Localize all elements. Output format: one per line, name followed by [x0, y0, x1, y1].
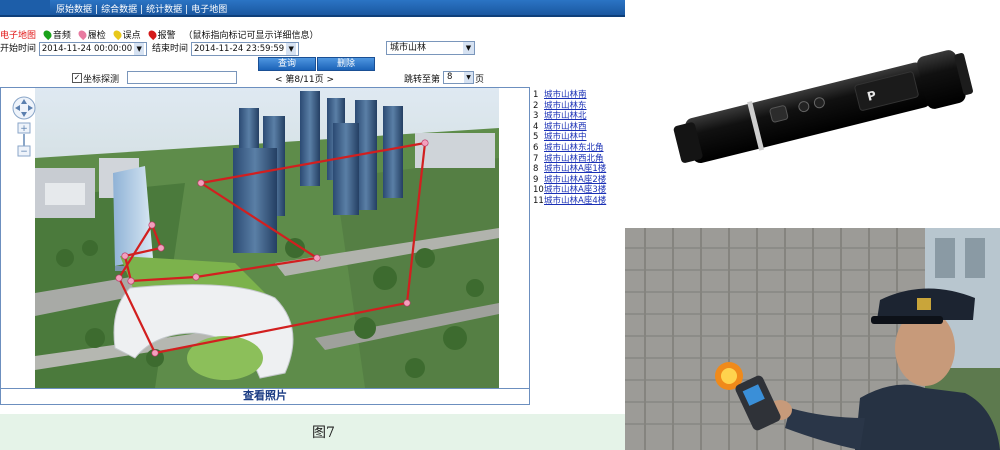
checkpoint-link[interactable]: 城市山林东	[544, 101, 587, 111]
legend-map-title: 电子地图	[0, 31, 37, 41]
legend-missed: 误点	[111, 28, 141, 41]
end-time-field[interactable]: 2014-11-24 23:59:59 ▼	[190, 41, 300, 56]
checkpoint-link[interactable]: 城市山林A座2楼	[544, 175, 606, 185]
checkpoint-item[interactable]: 7 城市山林西北角	[533, 154, 625, 165]
legend-alarm: 报警	[146, 28, 176, 41]
next-page-link[interactable]: >	[327, 75, 335, 85]
checkpoint-number: 11	[533, 195, 544, 206]
legend-label: 音频	[52, 31, 71, 41]
nav-separator: |	[95, 5, 99, 15]
legend-label: 误点	[122, 31, 141, 41]
tab-statistics[interactable]: 统计数据	[146, 5, 182, 15]
checkpoint-link[interactable]: 城市山林A座1楼	[544, 164, 606, 174]
svg-text:−: −	[20, 147, 28, 157]
guard-photo	[625, 228, 1000, 450]
delete-button[interactable]: 删除	[317, 57, 375, 71]
checkpoint-link[interactable]: 城市山林西	[544, 122, 587, 132]
yellow-marker-icon	[111, 28, 123, 41]
legend-inspection: 履检	[76, 28, 106, 41]
nav-separator: |	[140, 5, 144, 15]
green-marker-icon	[41, 28, 54, 41]
patrol-stick-image: P	[673, 50, 973, 164]
aerial-map-image[interactable]	[35, 88, 499, 388]
coord-probe-checkbox[interactable]: ✓	[72, 73, 82, 83]
checkpoint-number: 4	[533, 121, 539, 132]
legend-audio: 音频	[41, 28, 71, 41]
start-time-field[interactable]: 2014-11-24 00:00:00 ▼	[38, 41, 148, 56]
chevron-down-icon[interactable]: ▼	[286, 42, 297, 55]
checkpoint-item[interactable]: 11城市山林A座4楼	[533, 196, 625, 207]
chevron-down-icon[interactable]: ▼	[134, 42, 145, 55]
checkpoint-number: 3	[533, 111, 539, 122]
checkpoint-number: 8	[533, 164, 539, 175]
figure-caption-bar: 图7	[0, 414, 625, 450]
jump-page-value: 8	[447, 72, 453, 82]
prev-page-link[interactable]: <	[275, 75, 283, 85]
svg-text:+: +	[20, 124, 28, 134]
area-select-value: 城市山林	[390, 43, 427, 53]
checkpoint-item[interactable]: 3 城市山林北	[533, 111, 625, 122]
checkpoint-item[interactable]: 1 城市山林南	[533, 90, 625, 101]
top-nav-bar: 原始数据 | 综合数据 | 统计数据 | 电子地图	[0, 0, 625, 17]
checkpoint-link[interactable]: 城市山林A座4楼	[544, 196, 606, 206]
checkpoint-link[interactable]: 城市山林中	[544, 132, 587, 142]
nav-lead-block	[0, 0, 50, 15]
checkpoint-link[interactable]: 城市山林西北角	[544, 154, 604, 164]
tab-e-map[interactable]: 电子地图	[191, 5, 227, 15]
tab-raw-data[interactable]: 原始数据	[56, 5, 92, 15]
checkpoint-link[interactable]: 城市山林A座3楼	[544, 185, 606, 195]
checkpoint-item[interactable]: 5 城市山林中	[533, 132, 625, 143]
checkpoint-number: 1	[533, 90, 539, 100]
start-time-value: 2014-11-24 00:00:00	[41, 43, 133, 54]
checkpoint-number: 7	[533, 153, 539, 164]
figure-caption: 图7	[312, 425, 335, 441]
checkpoint-item[interactable]: 8 城市山林A座1楼	[533, 164, 625, 175]
checkpoint-list: 1 城市山林南 2 城市山林东 3 城市山林北 4 城市山林西 5 城市山林中 6 城市山林东北角 7 城…	[533, 90, 625, 207]
chevron-down-icon[interactable]: ▼	[464, 72, 473, 83]
checkpoint-item[interactable]: 4 城市山林西	[533, 122, 625, 133]
red-marker-icon	[146, 28, 158, 41]
checkpoint-number: 5	[533, 132, 539, 143]
query-button[interactable]: 查询	[258, 57, 316, 71]
view-photo-link[interactable]: 查看照片	[0, 387, 530, 405]
patrol-stick-photo: P	[625, 0, 1000, 228]
checkpoint-number: 9	[533, 174, 539, 185]
checkpoint-number: 6	[533, 142, 539, 153]
checkpoint-item[interactable]: 6 城市山林东北角	[533, 143, 625, 154]
chevron-down-icon[interactable]: ▼	[463, 42, 474, 54]
checkpoint-item[interactable]: 9 城市山林A座2楼	[533, 175, 625, 186]
legend-label: 报警	[157, 31, 176, 41]
area-select[interactable]: 城市山林 ▼	[386, 41, 475, 55]
start-time-label: 开始时间	[0, 44, 37, 54]
nav-separator: |	[185, 5, 189, 15]
checkpoint-link[interactable]: 城市山林东北角	[544, 143, 604, 153]
checkpoint-number: 10	[533, 185, 544, 196]
pink-marker-icon	[76, 28, 88, 41]
checkpoint-link[interactable]: 城市山林南	[544, 90, 587, 100]
legend-hint: （鼠标指向标记可显示详细信息）	[183, 31, 319, 41]
end-time-label: 结束时间	[152, 44, 189, 54]
guard-scanning-image	[625, 228, 1000, 450]
checkpoint-number: 2	[533, 100, 539, 111]
checkpoint-item[interactable]: 10城市山林A座3楼	[533, 185, 625, 196]
coord-input[interactable]	[127, 71, 237, 84]
pager: < 第8/11页 >	[275, 72, 334, 85]
page-indicator: 第8/11页	[285, 75, 324, 85]
patrol-system-screenshot: 原始数据 | 综合数据 | 统计数据 | 电子地图 电子地图 音频 履检 误点 报警 （鼠标…	[0, 0, 625, 450]
jump-page-select[interactable]: 8 ▼	[443, 71, 474, 84]
map-legend: 电子地图 音频 履检 误点 报警 （鼠标指向标记可显示详细信息）	[0, 28, 323, 41]
coord-probe-row: ✓ 坐标探测 < 第8/11页 > 跳转至第 8 ▼ 页	[0, 71, 625, 85]
checkpoint-link[interactable]: 城市山林北	[544, 111, 587, 121]
page-unit-label: 页	[475, 75, 485, 85]
tab-combined-data[interactable]: 综合数据	[101, 5, 137, 15]
map-zoom-control[interactable]: + −	[9, 96, 39, 161]
checkpoint-item[interactable]: 2 城市山林东	[533, 101, 625, 112]
nav-tabs: 原始数据 | 综合数据 | 统计数据 | 电子地图	[56, 2, 227, 15]
time-filter-row: 开始时间 2014-11-24 00:00:00 ▼ 结束时间 2014-11-2…	[0, 41, 300, 56]
map-panel[interactable]: + −	[0, 87, 530, 389]
end-time-value: 2014-11-24 23:59:59	[193, 43, 285, 54]
legend-label: 履检	[87, 31, 106, 41]
jump-label: 跳转至第	[404, 75, 441, 85]
coord-probe-label: 坐标探测	[83, 75, 120, 85]
